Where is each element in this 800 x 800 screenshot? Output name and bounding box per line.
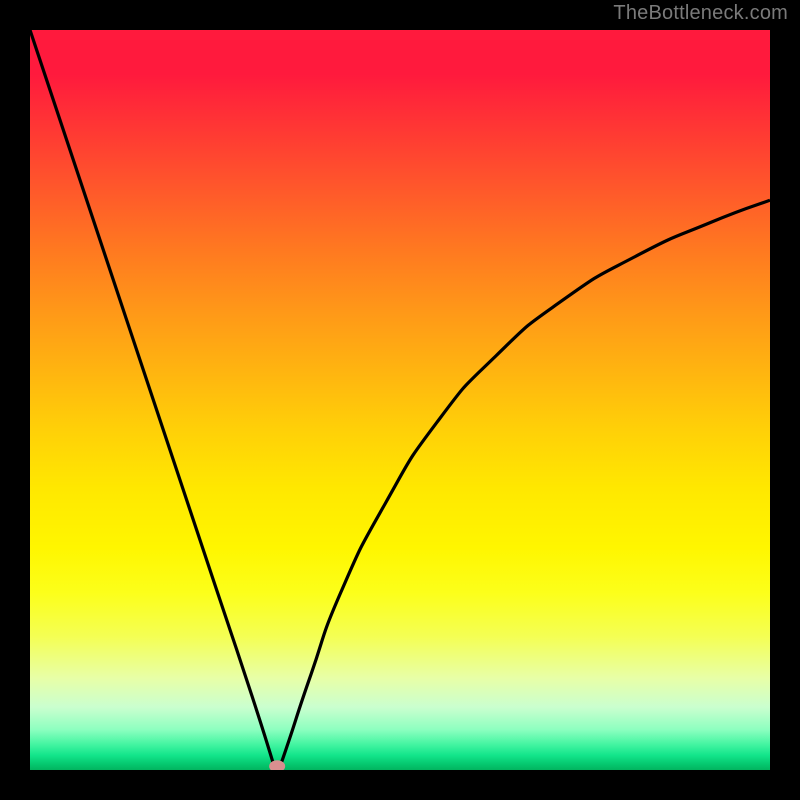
chart-container: TheBottleneck.com: [0, 0, 800, 800]
curve-right-arm: [280, 200, 770, 766]
curve-left-arm: [30, 30, 274, 766]
plot-area: [30, 30, 770, 770]
chart-svg: [30, 30, 770, 770]
watermark-text: TheBottleneck.com: [613, 2, 788, 25]
